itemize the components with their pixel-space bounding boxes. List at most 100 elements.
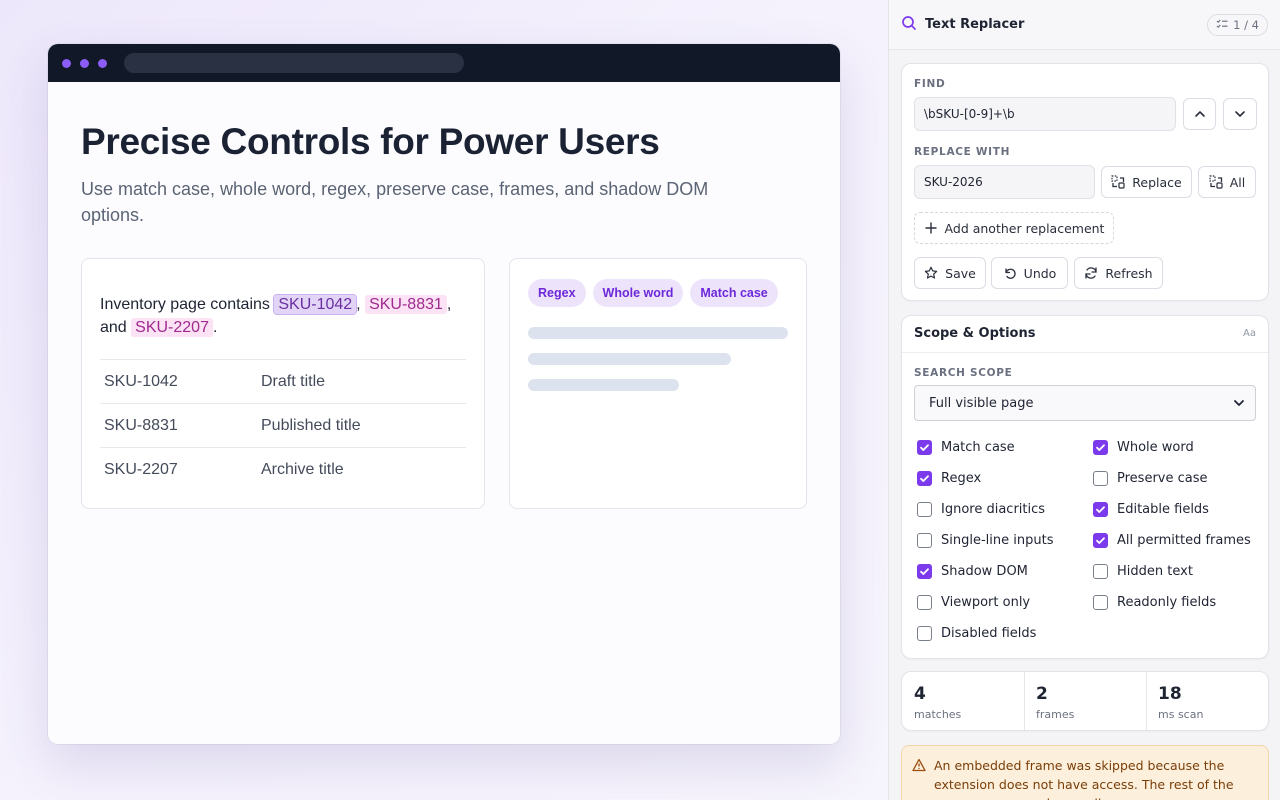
paragraph-text: . xyxy=(212,319,218,336)
browser-window: Precise Controls for Power Users Use mat… xyxy=(48,44,840,744)
option-regex[interactable]: Regex xyxy=(917,471,981,486)
warning-icon xyxy=(912,758,926,772)
refresh-button-label: Refresh xyxy=(1105,265,1153,281)
stats-section: 4 matches 2 frames 18 ms scan xyxy=(901,671,1269,731)
option-shadow-dom[interactable]: Shadow DOM xyxy=(917,564,1028,579)
find-input[interactable]: \bSKU-[0-9]+\b xyxy=(914,97,1176,131)
next-match-button[interactable] xyxy=(1223,98,1257,130)
option-label: Single-line inputs xyxy=(941,533,1054,548)
replace-input[interactable]: SKU-2026 xyxy=(914,165,1095,199)
chevron-down-icon xyxy=(1234,400,1244,406)
sku-cell: SKU-8831 xyxy=(104,416,178,434)
frame-warning-alert: An embedded frame was skipped because th… xyxy=(901,745,1269,800)
checkbox[interactable] xyxy=(1093,595,1108,610)
inventory-table: SKU-1042 Draft title SKU-8831 Published … xyxy=(100,359,466,492)
option-label: Readonly fields xyxy=(1117,595,1217,610)
find-label: FIND xyxy=(914,78,946,90)
checkbox[interactable] xyxy=(1093,440,1108,455)
option-editable-fields[interactable]: Editable fields xyxy=(1093,502,1209,517)
checkbox[interactable] xyxy=(917,533,932,548)
option-label: Disabled fields xyxy=(941,626,1037,641)
match-highlight[interactable]: SKU-2207 xyxy=(131,318,213,337)
star-icon xyxy=(924,266,938,279)
active-match-highlight[interactable]: SKU-1042 xyxy=(274,295,357,314)
sku-cell: SKU-1042 xyxy=(104,372,178,390)
checkbox[interactable] xyxy=(1093,564,1108,579)
check-icon xyxy=(1096,444,1105,451)
add-replacement-button[interactable]: Add another replacement xyxy=(914,212,1114,244)
checkbox[interactable] xyxy=(1093,502,1108,517)
option-label: Ignore diacritics xyxy=(941,502,1046,517)
divider xyxy=(902,352,1268,353)
option-single-line-inputs[interactable]: Single-line inputs xyxy=(917,533,1053,548)
option-label: Preserve case xyxy=(1117,471,1208,486)
check-icon xyxy=(920,475,929,482)
chevron-down-icon xyxy=(1235,111,1245,117)
replace-button-label: Replace xyxy=(1132,174,1182,190)
option-preserve-case[interactable]: Preserve case xyxy=(1093,471,1208,486)
sku-cell: SKU-2207 xyxy=(104,460,178,478)
checkbox[interactable] xyxy=(917,626,932,641)
panel-title: Text Replacer xyxy=(925,17,1025,32)
stat-scan-time: 18 ms scan xyxy=(1146,672,1268,730)
checkbox[interactable] xyxy=(1093,533,1108,548)
plus-icon xyxy=(924,222,937,234)
table-row: SKU-8831 Published title xyxy=(100,403,466,448)
counter-text: 1 / 4 xyxy=(1233,17,1259,32)
stat-frames: 2 frames xyxy=(1024,672,1146,730)
checkbox[interactable] xyxy=(917,564,932,579)
window-dot[interactable] xyxy=(80,58,89,68)
option-label: Regex xyxy=(941,471,982,486)
checkbox[interactable] xyxy=(917,502,932,517)
undo-button[interactable]: Undo xyxy=(991,257,1068,289)
option-whole-word[interactable]: Whole word xyxy=(1093,440,1194,455)
previous-match-button[interactable] xyxy=(1183,98,1216,130)
checkbox[interactable] xyxy=(917,471,932,486)
search-scope-select[interactable]: Full visible page xyxy=(914,385,1256,421)
replace-all-icon xyxy=(1209,175,1223,189)
stat-value: 18 xyxy=(1158,684,1182,704)
match-highlight[interactable]: SKU-8831 xyxy=(365,295,447,314)
title-cell: Archive title xyxy=(261,460,344,478)
inventory-paragraph: Inventory page contains SKU-1042, SKU-88… xyxy=(100,293,466,339)
web-page: Precise Controls for Power Users Use mat… xyxy=(48,120,840,510)
option-label: Editable fields xyxy=(1117,502,1209,517)
option-label: Match case xyxy=(941,440,1015,455)
skeleton-line xyxy=(528,379,679,391)
title-cell: Draft title xyxy=(261,372,326,390)
option-ignore-diacritics[interactable]: Ignore diacritics xyxy=(917,502,1045,517)
address-bar[interactable] xyxy=(124,53,464,73)
window-dot[interactable] xyxy=(62,58,71,68)
option-viewport-only[interactable]: Viewport only xyxy=(917,595,1030,610)
case-icon: Aa xyxy=(1243,328,1256,339)
scope-options-section: Scope & Options Aa SEARCH SCOPE Full vis… xyxy=(901,315,1269,659)
option-all-permitted-frames[interactable]: All permitted frames xyxy=(1093,533,1251,548)
paragraph-text: Inventory page contains xyxy=(100,296,275,313)
pill-whole-word: Whole word xyxy=(592,279,684,307)
option-hidden-text[interactable]: Hidden text xyxy=(1093,564,1193,579)
option-disabled-fields[interactable]: Disabled fields xyxy=(917,626,1036,641)
pill-match-case: Match case xyxy=(690,279,778,307)
option-label: Shadow DOM xyxy=(941,564,1028,579)
check-icon xyxy=(920,568,929,575)
option-readonly-fields[interactable]: Readonly fields xyxy=(1093,595,1216,610)
window-dot[interactable] xyxy=(98,58,107,68)
replace-button[interactable]: Replace xyxy=(1101,166,1192,198)
checkbox[interactable] xyxy=(1093,471,1108,486)
undo-button-label: Undo xyxy=(1023,265,1057,281)
panel-header: Text Replacer 1 / 4 xyxy=(889,0,1280,50)
stat-unit: frames xyxy=(1036,708,1075,721)
add-replacement-label: Add another replacement xyxy=(944,220,1105,236)
checkbox[interactable] xyxy=(917,595,932,610)
option-label: Viewport only xyxy=(941,595,1031,610)
stat-matches: 4 matches xyxy=(902,672,1024,730)
refresh-button[interactable]: Refresh xyxy=(1074,257,1163,289)
option-match-case[interactable]: Match case xyxy=(917,440,1015,455)
replace-label: REPLACE WITH xyxy=(914,146,1011,158)
save-button[interactable]: Save xyxy=(914,257,986,289)
replace-all-button[interactable]: All xyxy=(1198,166,1256,198)
check-icon xyxy=(1096,506,1105,513)
skeleton-line xyxy=(528,353,731,365)
save-button-label: Save xyxy=(945,265,976,281)
checkbox[interactable] xyxy=(917,440,932,455)
